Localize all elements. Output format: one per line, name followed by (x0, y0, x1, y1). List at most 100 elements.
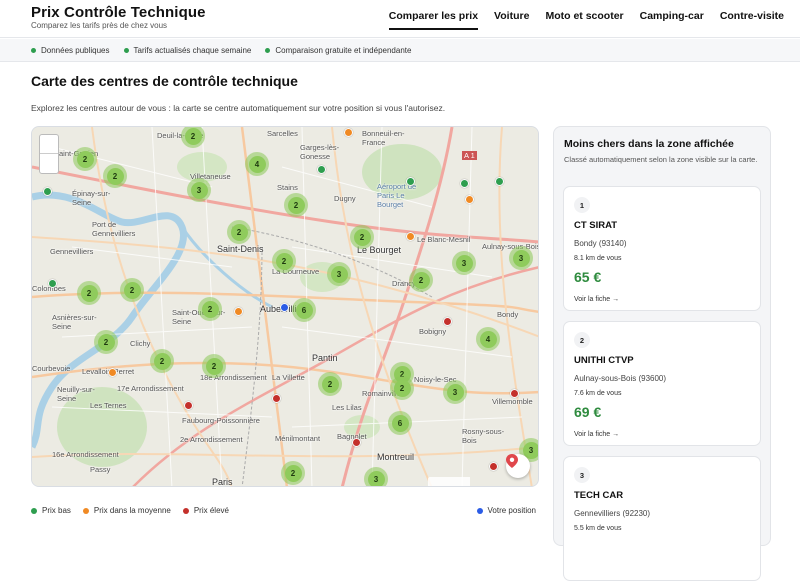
station-pin-low[interactable] (460, 179, 469, 188)
cluster-count: 2 (321, 375, 339, 393)
cluster-count: 2 (393, 379, 411, 397)
map-cluster[interactable]: 2 (350, 225, 374, 249)
nav-camping-car[interactable]: Camping-car (640, 10, 704, 30)
station-pin-mid[interactable] (108, 368, 117, 377)
place-label: Dugny (334, 194, 356, 203)
brand[interactable]: Prix Contrôle Technique Comparez les tar… (31, 4, 206, 30)
station-pin-low[interactable] (43, 187, 52, 196)
cluster-count: 2 (97, 333, 115, 351)
place-label: Courbevoie (32, 364, 71, 373)
check-dot-icon (123, 47, 129, 53)
place-label: Asnières-sur-Seine (52, 313, 97, 331)
map-cluster[interactable]: 2 (103, 164, 127, 188)
place-label: Passy (90, 465, 111, 474)
map-cluster[interactable]: 4 (245, 152, 269, 176)
map-cluster[interactable]: 3 (327, 262, 351, 286)
station-pin-low[interactable] (406, 177, 415, 186)
map-cluster[interactable]: 2 (409, 268, 433, 292)
station-card[interactable]: 1 CT SIRAT Bondy (93140) 8.1 km de vous … (563, 186, 761, 311)
strip-item: Tarifs actualisés chaque semaine (123, 45, 252, 55)
legend-dot-icon (82, 507, 89, 514)
map-cluster[interactable]: 2 (390, 376, 414, 400)
station-pin-high[interactable] (352, 438, 361, 447)
station-pin-low[interactable] (317, 165, 326, 174)
view-details-link[interactable]: Voir la fiche → (574, 431, 619, 438)
map-cluster[interactable]: 4 (476, 327, 500, 351)
station-pin-high[interactable] (184, 401, 193, 410)
cluster-count: 3 (330, 265, 348, 283)
info-strip: Données publiques Tarifs actualisés chaq… (0, 39, 800, 62)
station-card[interactable]: 3 TECH CAR Gennevilliers (92230) 5.5 km … (563, 456, 761, 581)
station-pin-mid[interactable] (234, 307, 243, 316)
nav-car[interactable]: Voiture (494, 10, 529, 30)
map-cluster[interactable]: 3 (443, 380, 467, 404)
strip-label: Tarifs actualisés chaque semaine (133, 45, 252, 55)
map-cluster[interactable]: 6 (388, 411, 412, 435)
map-cluster[interactable]: 2 (202, 354, 226, 378)
view-details-link[interactable]: Voir la fiche → (574, 296, 619, 303)
site-header: Prix Contrôle Technique Comparez les tar… (0, 0, 800, 38)
zoom-out-button[interactable] (40, 154, 58, 173)
place-label: Gennevilliers (50, 247, 94, 256)
place-label: Bobigny (419, 327, 447, 336)
cluster-count: 2 (275, 252, 293, 270)
map-cluster[interactable]: 2 (73, 147, 97, 171)
station-pin-high[interactable] (489, 462, 498, 471)
map-cluster[interactable]: 3 (509, 246, 533, 270)
map-cluster[interactable]: 2 (77, 281, 101, 305)
locate-me-button[interactable] (506, 454, 530, 478)
map-cluster[interactable]: 2 (120, 278, 144, 302)
map-cluster[interactable]: 3 (452, 251, 476, 275)
station-pin-high[interactable] (443, 317, 452, 326)
brand-title[interactable]: Prix Contrôle Technique (31, 4, 206, 21)
map-cluster[interactable]: 2 (198, 297, 222, 321)
map-cluster[interactable]: 2 (150, 349, 174, 373)
cluster-count: 2 (184, 127, 202, 145)
nav-compare-prices[interactable]: Comparer les prix (388, 10, 479, 30)
zoom-in-button[interactable] (40, 135, 58, 154)
road-shield: A 1 (462, 151, 477, 160)
place-label: 16e Arrondissement (52, 450, 119, 459)
rank-badge: 1 (574, 197, 590, 213)
brand-subtitle: Comparez les tarifs près de chez vous (31, 21, 168, 30)
map-cluster[interactable]: 6 (292, 298, 316, 322)
station-card[interactable]: 2 UNITHI CTVP Aulnay-sous-Bois (93600) 7… (563, 321, 761, 446)
nav-contre-visite[interactable]: Contre-visite (720, 10, 784, 30)
your-position-marker (280, 303, 289, 312)
map[interactable]: Deuil-la-Barre Sarcelles Garges-lès-Gone… (31, 126, 539, 487)
station-price: 69 € (574, 404, 602, 420)
map-cluster[interactable]: 2 (318, 372, 342, 396)
place-label: Les Lilas (332, 403, 362, 412)
station-pin-mid[interactable] (465, 195, 474, 204)
map-cluster[interactable]: 3 (187, 178, 211, 202)
map-cluster[interactable]: 2 (272, 249, 296, 273)
nav-moto-scooter[interactable]: Moto et scooter (545, 10, 623, 30)
page-description: Explorez les centres autour de vous : la… (31, 103, 446, 113)
station-pin-mid[interactable] (344, 128, 353, 137)
station-pin-high[interactable] (272, 394, 281, 403)
station-pin-low[interactable] (48, 279, 57, 288)
place-label: Les Ternes (90, 401, 127, 410)
place-label: Clichy (130, 339, 151, 348)
station-pin-low[interactable] (495, 177, 504, 186)
place-label: 2e Arrondissement (180, 435, 243, 444)
map-cluster[interactable]: 2 (94, 330, 118, 354)
cluster-count: 6 (295, 301, 313, 319)
map-attribution (428, 477, 470, 486)
station-name: TECH CAR (574, 490, 624, 501)
map-cluster[interactable]: 3 (364, 467, 388, 486)
cluster-count: 2 (153, 352, 171, 370)
cluster-count: 2 (287, 196, 305, 214)
legend-dot-icon (31, 507, 37, 514)
place-label: Pantin (312, 353, 338, 363)
station-distance: 8.1 km de vous (574, 255, 622, 262)
station-name: UNITHI CTVP (574, 355, 634, 366)
map-cluster[interactable]: 2 (284, 193, 308, 217)
map-cluster[interactable]: 2 (281, 461, 305, 485)
station-pin-high[interactable] (510, 389, 519, 398)
station-pin-mid[interactable] (406, 232, 415, 241)
place-label: Ménilmontant (275, 434, 321, 443)
map-cluster[interactable]: 2 (227, 220, 251, 244)
check-dot-icon (265, 47, 271, 53)
legend-dot-icon (476, 507, 483, 514)
